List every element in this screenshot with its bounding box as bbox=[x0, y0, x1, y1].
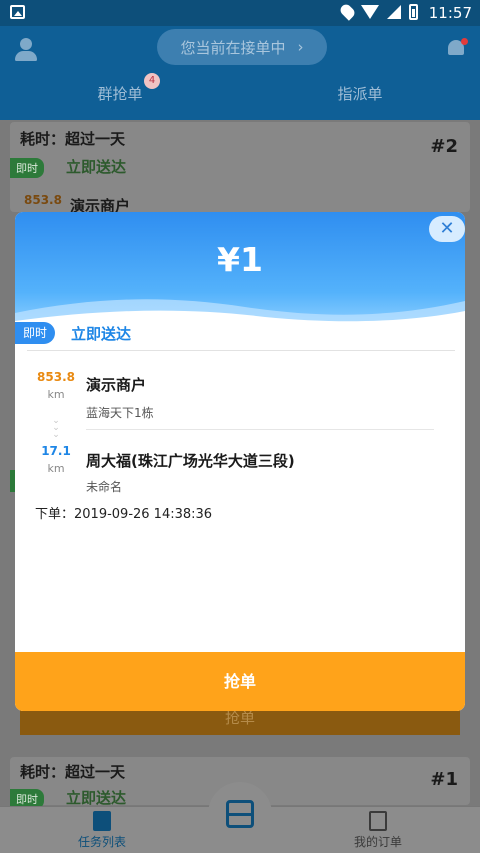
order-time: 下单：2019-09-26 14:38:36 bbox=[35, 507, 213, 522]
chevron-down-icon: ⌄ ⌄ ⌄ bbox=[52, 416, 60, 440]
nav-label: 任务列表 bbox=[77, 835, 126, 849]
pickup-address: 蓝海天下1栋 bbox=[86, 406, 154, 420]
signal-icon bbox=[387, 5, 401, 19]
clock: 11:57 bbox=[428, 4, 472, 22]
dropoff-distance-unit: km bbox=[47, 462, 65, 475]
tab-label: 指派单 bbox=[337, 85, 383, 103]
order-card[interactable]: 耗时：超过一天 #2 即时 立即送达 853.8 演示商户 bbox=[10, 122, 470, 215]
nav-label: 我的订单 bbox=[353, 835, 402, 849]
instant-tag: 即时 bbox=[15, 322, 56, 344]
order-tabs: 群抢单 4 指派单 bbox=[0, 73, 480, 120]
status-icons bbox=[338, 1, 418, 21]
tab-label: 群抢单 bbox=[97, 85, 143, 103]
pickup-distance: 853.8 bbox=[37, 370, 75, 384]
app-bar: 您当前在接单中 › 群抢单 4 指派单 bbox=[0, 26, 480, 120]
delivery-label: 立即送达 bbox=[66, 789, 127, 807]
order-number: #2 bbox=[430, 136, 458, 157]
task-list-icon bbox=[93, 811, 111, 831]
gallery-icon bbox=[10, 5, 25, 19]
location-icon bbox=[338, 1, 357, 21]
delivery-label: 立即送达 bbox=[66, 158, 127, 176]
divider bbox=[27, 350, 455, 351]
tab-group-grab[interactable]: 群抢单 4 bbox=[0, 73, 240, 120]
nav-task-list[interactable]: 任务列表 bbox=[42, 807, 162, 850]
bell-icon[interactable] bbox=[446, 38, 468, 58]
dropoff-address: 未命名 bbox=[86, 480, 123, 494]
modal-header: ¥1 ✕ bbox=[15, 212, 465, 327]
delivery-label: 立即送达 bbox=[71, 325, 132, 343]
divider bbox=[86, 429, 434, 430]
status-pill-label: 您当前在接单中 bbox=[180, 38, 286, 57]
elapsed-time: 耗时：超过一天 bbox=[20, 763, 126, 781]
grab-order-button[interactable]: 抢单 bbox=[15, 652, 465, 711]
user-icon[interactable] bbox=[14, 38, 38, 62]
order-price: ¥1 bbox=[217, 240, 263, 279]
nav-my-orders[interactable]: 我的订单 bbox=[318, 807, 438, 850]
distance-value: 853.8 bbox=[24, 193, 62, 207]
status-bar: 11:57 bbox=[0, 0, 480, 26]
tab-assigned[interactable]: 指派单 bbox=[240, 78, 480, 120]
dropoff-distance: 17.1 bbox=[41, 444, 71, 458]
pickup-name: 演示商户 bbox=[86, 376, 147, 394]
order-detail-modal: ¥1 ✕ 即时 立即送达 853.8 km ⌄ ⌄ ⌄ 17.1 km 演示商户 蓝… bbox=[15, 212, 465, 711]
wifi-icon bbox=[361, 5, 379, 19]
notification-dot bbox=[461, 38, 468, 45]
battery-icon bbox=[409, 4, 418, 20]
working-status-pill[interactable]: 您当前在接单中 › bbox=[157, 29, 327, 65]
tab-badge: 4 bbox=[144, 73, 160, 89]
dropoff-name: 周大福(珠江广场光华大道三段) bbox=[86, 452, 295, 470]
wave-decoration bbox=[15, 299, 465, 327]
elapsed-time: 耗时：超过一天 bbox=[20, 130, 126, 148]
close-icon: ✕ bbox=[439, 218, 455, 239]
order-number: #1 bbox=[430, 769, 458, 790]
pickup-distance-unit: km bbox=[47, 388, 65, 401]
my-orders-icon bbox=[369, 811, 387, 831]
scan-icon bbox=[226, 800, 254, 828]
chevron-right-icon: › bbox=[297, 38, 304, 56]
instant-tag: 即时 bbox=[10, 158, 44, 178]
close-button[interactable]: ✕ bbox=[429, 216, 465, 242]
